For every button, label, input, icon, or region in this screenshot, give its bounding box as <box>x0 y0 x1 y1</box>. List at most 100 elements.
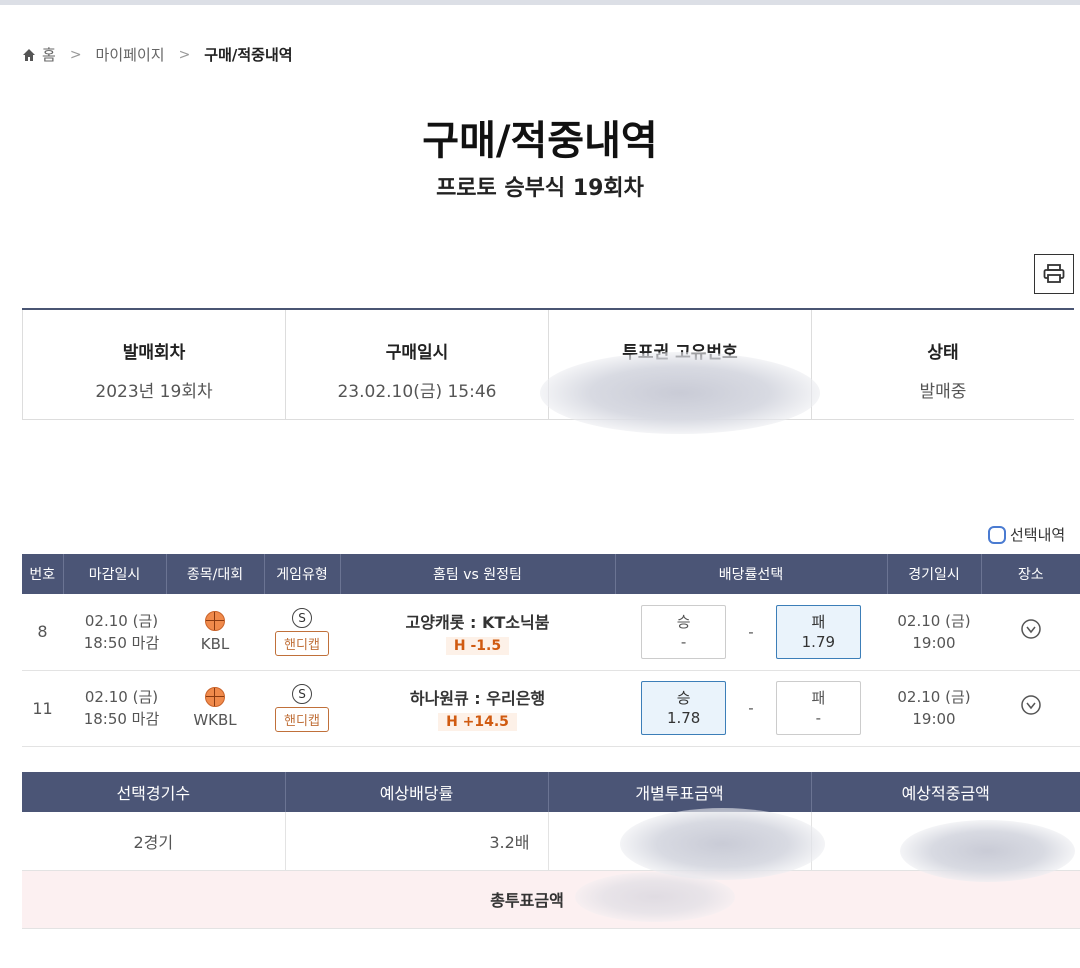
top-border <box>0 0 1080 5</box>
odds-draw-value: - <box>748 622 754 641</box>
odds-draw-value: - <box>748 699 754 717</box>
odds-lose-label: 패 <box>811 689 826 707</box>
game-teams: 고양캐롯 : KT소닉붐 H -1.5 <box>340 594 615 671</box>
summary-col-header: 선택경기수 <box>22 772 286 812</box>
home-icon[interactable] <box>22 48 36 62</box>
game-number: 8 <box>22 594 63 671</box>
odds-win-label: 승 <box>676 689 691 707</box>
breadcrumb: 홈 > 마이페이지 > 구매/적중내역 <box>22 44 293 65</box>
info-purchase: 구매일시 23.02.10(금) 15:46 <box>286 310 549 419</box>
deadline-time: 18:50 마감 <box>83 633 160 652</box>
total-row: 총투표금액 <box>22 870 1080 929</box>
breadcrumb-mypage[interactable]: 마이페이지 <box>96 44 165 65</box>
col-header: 마감일시 <box>63 554 167 594</box>
game-datetime: 02.10 (금) 19:00 <box>887 594 981 671</box>
game-type: S 핸디캡 <box>264 670 340 747</box>
info-purchase-label: 구매일시 <box>385 343 449 363</box>
odds-win-button[interactable]: 승 1.78 <box>641 681 727 735</box>
team-matchup: 하나원큐 : 우리은행 <box>409 689 546 708</box>
game-venue <box>981 670 1080 747</box>
summary-header-row: 선택경기수 예상배당률 개별투표금액 예상적중금액 <box>22 772 1080 812</box>
s-badge-icon: S <box>292 607 312 628</box>
games-header-row: 번호 마감일시 종목/대회 게임유형 홈팀 vs 원정팀 배당률선택 경기일시 … <box>22 554 1080 594</box>
deadline-date: 02.10 (금) <box>84 688 159 706</box>
basketball-icon <box>205 610 225 631</box>
info-status-value: 발매중 <box>919 382 967 402</box>
col-header: 게임유형 <box>264 554 341 594</box>
odds-lose-button[interactable]: 패 1.79 <box>775 604 861 659</box>
game-date: 02.10 (금) <box>897 611 971 630</box>
team-matchup: 고양캐롯 : KT소닉붐 <box>405 612 550 632</box>
game-date: 02.10 (금) <box>897 688 971 706</box>
location-pin-icon[interactable] <box>1020 695 1042 717</box>
game-number: 11 <box>22 670 63 747</box>
col-header: 장소 <box>981 554 1080 594</box>
print-button[interactable] <box>1034 254 1074 294</box>
odds-selection: 승 1.78 - 패 - <box>615 670 887 747</box>
s-badge-icon: S <box>292 684 312 704</box>
total-bet-label: 총투표금액 <box>22 870 1080 929</box>
deadline-time: 18:50 마감 <box>83 710 160 728</box>
breadcrumb-separator: > <box>178 46 191 63</box>
odds-lose-value: 1.79 <box>801 632 836 651</box>
info-round-label: 발매회차 <box>122 343 186 363</box>
handicap-value: H -1.5 <box>445 636 510 655</box>
selection-checkbox[interactable] <box>988 525 1006 544</box>
total-bet-label-text: 총투표금액 <box>490 891 564 910</box>
info-purchase-value: 23.02.10(금) 15:46 <box>337 382 497 402</box>
breadcrumb-separator: > <box>69 46 82 63</box>
col-header: 경기일시 <box>887 554 982 594</box>
info-round: 발매회차 2023년 19회차 <box>22 310 286 419</box>
game-teams: 하나원큐 : 우리은행 H +14.5 <box>340 670 615 747</box>
odds-win-button[interactable]: 승 - <box>641 604 727 659</box>
odds-win-label: 승 <box>676 612 691 631</box>
col-header: 종목/대회 <box>166 554 265 594</box>
info-round-value: 2023년 19회차 <box>95 382 213 402</box>
game-time: 19:00 <box>912 710 956 728</box>
game-datetime: 02.10 (금) 19:00 <box>887 670 981 747</box>
odds-lose-button[interactable]: 패 - <box>775 681 861 735</box>
odds-win-value: - <box>680 632 687 651</box>
redacted-bet-amount <box>620 808 825 880</box>
location-pin-icon[interactable] <box>1020 619 1042 641</box>
info-status-label: 상태 <box>927 343 959 363</box>
summary-col-header: 예상배당률 <box>285 772 549 812</box>
game-sport: KBL <box>166 594 264 671</box>
game-deadline: 02.10 (금) 18:50 마감 <box>63 594 166 671</box>
col-header: 배당률선택 <box>615 554 888 594</box>
odds-lose-label: 패 <box>811 612 826 631</box>
handicap-badge: 핸디캡 <box>275 707 329 732</box>
odds-win-value: 1.78 <box>666 709 701 727</box>
handicap-value: H +14.5 <box>438 713 517 731</box>
game-time: 19:00 <box>912 633 956 652</box>
game-deadline: 02.10 (금) 18:50 마감 <box>63 670 166 747</box>
page-title: 구매/적중내역 <box>422 118 658 164</box>
selection-toggle[interactable]: 선택내역 <box>988 524 1065 545</box>
league-name: WKBL <box>193 711 237 729</box>
col-header: 홈팀 vs 원정팀 <box>340 554 616 594</box>
table-row: 11 02.10 (금) 18:50 마감 WKBL S 핸디캡 하나원큐 : … <box>22 670 1080 747</box>
odds-selection: 승 - - 패 1.79 <box>615 594 887 671</box>
table-row: 8 02.10 (금) 18:50 마감 KBL S 핸디캡 고양캐롯 : KT… <box>22 594 1080 671</box>
game-sport: WKBL <box>166 670 264 747</box>
redacted-win-amount <box>900 820 1075 882</box>
deadline-date: 02.10 (금) <box>84 611 159 630</box>
breadcrumb-current: 구매/적중내역 <box>204 46 293 64</box>
selection-toggle-label: 선택내역 <box>1010 526 1066 544</box>
odds-lose-value: - <box>815 709 822 727</box>
expected-odds: 3.2배 <box>285 812 549 871</box>
redacted-ticket-number <box>540 352 820 434</box>
handicap-badge: 핸디캡 <box>275 630 329 656</box>
games-table: 번호 마감일시 종목/대회 게임유형 홈팀 vs 원정팀 배당률선택 경기일시 … <box>22 554 1080 747</box>
game-type: S 핸디캡 <box>264 594 340 671</box>
col-header: 번호 <box>22 554 64 594</box>
breadcrumb-home[interactable]: 홈 <box>42 44 56 65</box>
redacted-total-amount <box>575 872 735 922</box>
summary-col-header: 예상적중금액 <box>811 772 1080 812</box>
basketball-icon <box>205 687 225 707</box>
selected-games-count: 2경기 <box>22 812 286 871</box>
page-subtitle: 프로토 승부식 19회차 <box>436 176 644 201</box>
league-name: KBL <box>200 634 230 653</box>
summary-col-header: 개별투표금액 <box>548 772 812 812</box>
game-venue <box>981 594 1080 671</box>
